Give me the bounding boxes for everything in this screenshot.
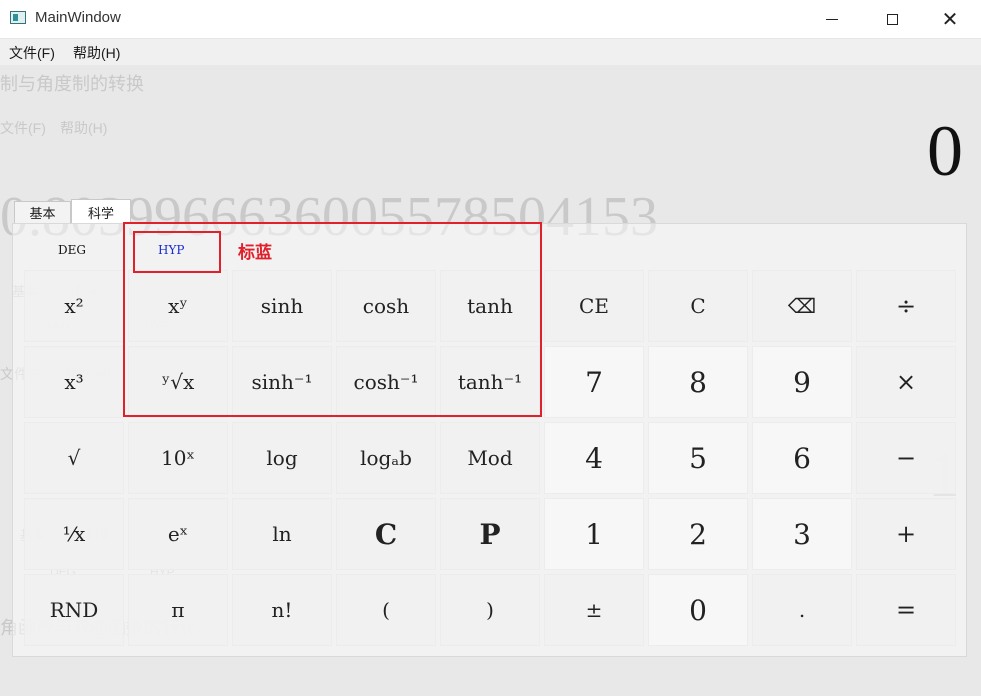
- minus-key[interactable]: −: [856, 422, 956, 494]
- ghost-menu-file: 文件(F): [0, 120, 46, 136]
- right-paren-key[interactable]: ): [440, 574, 540, 646]
- digit-4-key[interactable]: 4: [544, 422, 644, 494]
- close-button[interactable]: ✕: [924, 0, 976, 38]
- square-key[interactable]: x²: [24, 270, 124, 342]
- mod-key[interactable]: Mod: [440, 422, 540, 494]
- power-key[interactable]: xʸ: [128, 270, 228, 342]
- hyp-toggle[interactable]: HYP: [158, 243, 184, 257]
- digit-5-key[interactable]: 5: [648, 422, 748, 494]
- logab-key[interactable]: logₐb: [336, 422, 436, 494]
- display-value: 0: [927, 111, 963, 191]
- keypad: x² xʸ sinh cosh tanh CE C ⌫ ÷ x³ ʸ√x sin…: [24, 270, 960, 646]
- menu-help[interactable]: 帮助(H): [73, 43, 120, 63]
- ln-key[interactable]: ln: [232, 498, 332, 570]
- decimal-key[interactable]: .: [752, 574, 852, 646]
- sinh-key[interactable]: sinh: [232, 270, 332, 342]
- digit-1-key[interactable]: 1: [544, 498, 644, 570]
- digit-8-key[interactable]: 8: [648, 346, 748, 418]
- log-key[interactable]: log: [232, 422, 332, 494]
- factorial-key[interactable]: n!: [232, 574, 332, 646]
- digit-6-key[interactable]: 6: [752, 422, 852, 494]
- close-icon: ✕: [941, 7, 959, 31]
- digit-3-key[interactable]: 3: [752, 498, 852, 570]
- multiply-key[interactable]: ×: [856, 346, 956, 418]
- digit-7-key[interactable]: 7: [544, 346, 644, 418]
- backspace-key[interactable]: ⌫: [752, 270, 852, 342]
- left-paren-key[interactable]: (: [336, 574, 436, 646]
- digit-2-key[interactable]: 2: [648, 498, 748, 570]
- plus-key[interactable]: +: [856, 498, 956, 570]
- digit-0-key[interactable]: 0: [648, 574, 748, 646]
- tab-science[interactable]: 科学: [71, 199, 131, 224]
- cube-key[interactable]: x³: [24, 346, 124, 418]
- ghost-menu-help: 帮助(H): [60, 120, 108, 136]
- acosh-key[interactable]: cosh⁻¹: [336, 346, 436, 418]
- title-bar: MainWindow ✕: [0, 0, 981, 39]
- minimize-button[interactable]: [806, 0, 858, 38]
- deg-toggle[interactable]: DEG: [58, 243, 86, 257]
- negate-key[interactable]: ±: [544, 574, 644, 646]
- combination-key[interactable]: C: [336, 498, 436, 570]
- yroot-key[interactable]: ʸ√x: [128, 346, 228, 418]
- exp-key[interactable]: eˣ: [128, 498, 228, 570]
- random-key[interactable]: RND: [24, 574, 124, 646]
- annotation-label: 标蓝: [238, 243, 272, 263]
- cosh-key[interactable]: cosh: [336, 270, 436, 342]
- equals-key[interactable]: =: [856, 574, 956, 646]
- ce-key[interactable]: CE: [544, 270, 644, 342]
- reciprocal-key[interactable]: ¹⁄x: [24, 498, 124, 570]
- maximize-button[interactable]: [866, 0, 918, 38]
- pi-key[interactable]: π: [128, 574, 228, 646]
- ten-power-key[interactable]: 10ˣ: [128, 422, 228, 494]
- divide-key[interactable]: ÷: [856, 270, 956, 342]
- window-title: MainWindow: [35, 9, 121, 26]
- ghost-heading-1: 制与角度制的转换: [0, 74, 144, 94]
- menu-file[interactable]: 文件(F): [9, 43, 55, 63]
- sqrt-key[interactable]: √: [24, 422, 124, 494]
- asinh-key[interactable]: sinh⁻¹: [232, 346, 332, 418]
- digit-9-key[interactable]: 9: [752, 346, 852, 418]
- tanh-key[interactable]: tanh: [440, 270, 540, 342]
- permutation-key[interactable]: P: [440, 498, 540, 570]
- clear-key[interactable]: C: [648, 270, 748, 342]
- minimize-icon: [826, 18, 838, 20]
- menu-bar: 文件(F) 帮助(H): [0, 39, 981, 65]
- maximize-icon: [886, 13, 898, 25]
- app-icon: [10, 11, 26, 24]
- atanh-key[interactable]: tanh⁻¹: [440, 346, 540, 418]
- tab-basic[interactable]: 基本: [14, 201, 71, 223]
